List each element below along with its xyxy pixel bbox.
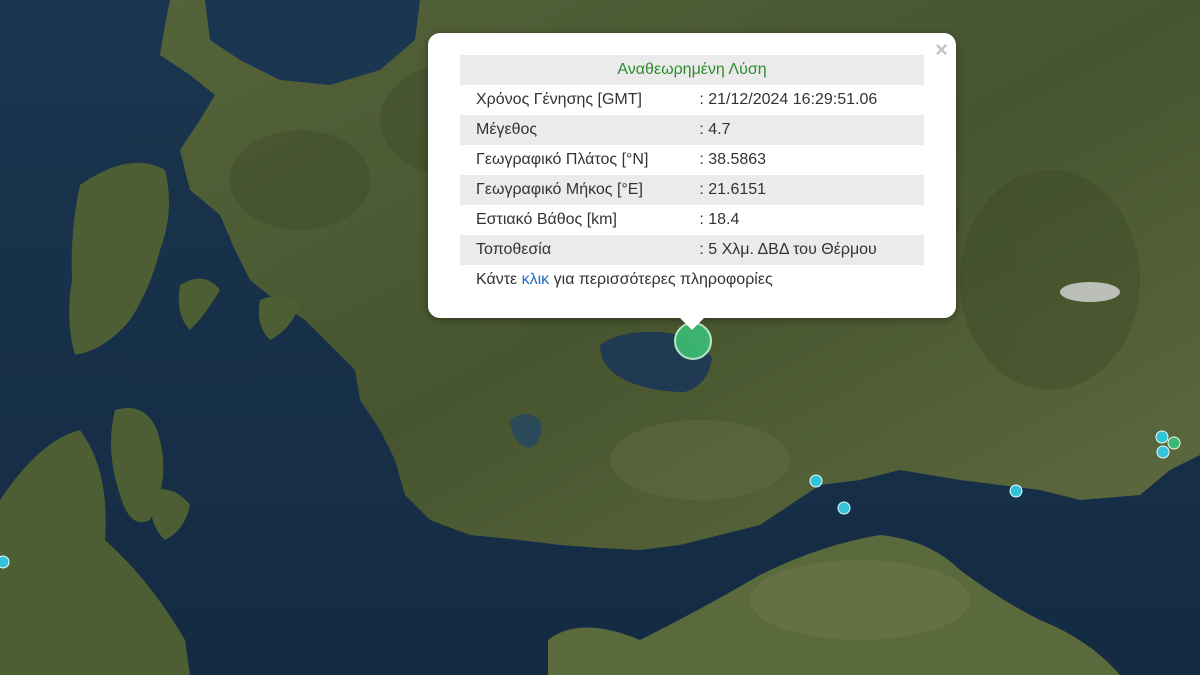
- more-info-prefix: Κάντε: [476, 271, 522, 288]
- earthquake-marker[interactable]: [1009, 484, 1023, 498]
- more-info-text: Κάντε κλικ για περισσότερες πληροφορίες: [476, 271, 773, 289]
- earthquake-details-table: Αναθεωρημένη Λύση Χρόνος Γένησης [GMT] :…: [460, 55, 924, 265]
- earthquake-marker[interactable]: [1167, 436, 1181, 450]
- longitude-label: Γεωγραφικό Μήκος [°E]: [460, 175, 698, 205]
- earthquake-marker[interactable]: [837, 501, 851, 515]
- longitude-value: : 21.6151: [697, 175, 924, 205]
- popup-pointer: [679, 317, 705, 330]
- depth-value: : 18.4: [699, 211, 740, 228]
- earthquake-marker[interactable]: [1156, 445, 1170, 459]
- depth-label: Εστιακό Βάθος [km]: [476, 211, 617, 228]
- location-value: : 5 Χλμ. ΔΒΔ του Θέρμου: [697, 235, 924, 265]
- close-icon[interactable]: ×: [935, 39, 948, 61]
- more-info-link[interactable]: κλικ: [522, 271, 550, 288]
- magnitude-label: Μέγεθος: [460, 115, 698, 145]
- latitude-label: Γεωγραφικό Πλάτος [°N]: [476, 151, 649, 168]
- origin-time-value: : 21/12/2024 16:29:51.06: [699, 91, 878, 108]
- origin-time-label: Χρόνος Γένησης [GMT]: [476, 91, 642, 108]
- magnitude-value: : 4.7: [697, 115, 924, 145]
- snow-patch: [1060, 282, 1120, 302]
- location-label: Τοποθεσία: [460, 235, 698, 265]
- more-info-suffix: για περισσότερες πληροφορίες: [549, 271, 773, 288]
- latitude-value: : 38.5863: [699, 151, 767, 168]
- earthquake-info-popup: × Αναθεωρημένη Λύση Χρόνος Γένησης [GMT]…: [428, 33, 956, 330]
- earthquake-marker[interactable]: [809, 474, 823, 488]
- popup-title: Αναθεωρημένη Λύση: [460, 55, 924, 85]
